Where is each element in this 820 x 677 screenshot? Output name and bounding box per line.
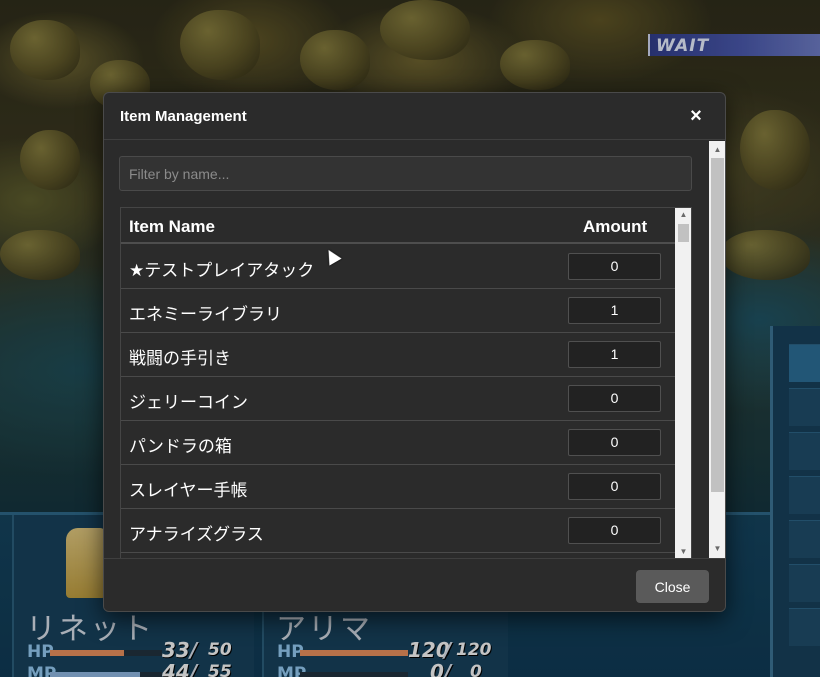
amount-input[interactable]: 0 (568, 385, 661, 412)
table-row: パンドラの箱 0 (121, 421, 675, 465)
close-button[interactable]: Close (636, 570, 709, 603)
table-row: アナライズグラス 0 (121, 509, 675, 553)
item-name: ★テストプレイアタック (129, 261, 315, 281)
amount-input[interactable]: 0 (568, 429, 661, 456)
dialog-scrollbar[interactable]: ▲ ▼ (709, 141, 725, 558)
table-row: エネミーライブラリ 1 (121, 289, 675, 333)
dialog-title: Item Management (120, 108, 247, 125)
dialog-body: Item Name Amount ★テストプレイアタック 0 エネミーライブラリ… (104, 141, 709, 558)
item-name: ジェリーコイン (129, 393, 248, 413)
scroll-up-icon[interactable]: ▲ (709, 143, 725, 157)
table-header: Item Name Amount (121, 208, 675, 244)
amount-input[interactable]: 0 (568, 473, 661, 500)
dialog-footer: Close (104, 558, 725, 611)
amount-input[interactable]: 0 (568, 517, 661, 544)
filter-input[interactable] (119, 156, 692, 191)
amount-input[interactable]: 0 (568, 253, 661, 280)
amount-input[interactable]: 1 (568, 297, 661, 324)
column-header-item-name: Item Name (129, 217, 215, 236)
scroll-up-icon[interactable]: ▲ (675, 208, 691, 222)
item-management-dialog: Item Management × Item Name Amount ★テストプ… (103, 92, 726, 612)
scroll-down-icon[interactable]: ▼ (709, 542, 725, 556)
scrollbar-thumb[interactable] (711, 158, 724, 492)
table-scrollbar[interactable]: ▲ ▼ (675, 208, 691, 558)
scrollbar-thumb[interactable] (678, 224, 689, 242)
table-row: 戦闘の手引き 1 (121, 333, 675, 377)
table-body: ★テストプレイアタック 0 エネミーライブラリ 1 戦闘の手引き 1 ジェリーコ… (121, 245, 675, 558)
scroll-down-icon[interactable]: ▼ (675, 545, 691, 558)
amount-input[interactable]: 1 (568, 341, 661, 368)
column-header-amount: Amount (583, 217, 648, 236)
close-icon[interactable]: × (685, 105, 707, 127)
item-name: エネミーライブラリ (129, 305, 282, 325)
item-name: スレイヤー手帳 (129, 481, 248, 501)
dialog-header: Item Management × (104, 93, 725, 140)
table-row: ★テストプレイアタック 0 (121, 245, 675, 289)
table-row: スレイヤー手帳 0 (121, 465, 675, 509)
item-table: Item Name Amount ★テストプレイアタック 0 エネミーライブラリ… (120, 207, 692, 558)
item-name: パンドラの箱 (129, 437, 232, 457)
item-name: アナライズグラス (129, 525, 264, 545)
item-name: 戦闘の手引き (129, 349, 231, 369)
table-row: ジェリーコイン 0 (121, 377, 675, 421)
